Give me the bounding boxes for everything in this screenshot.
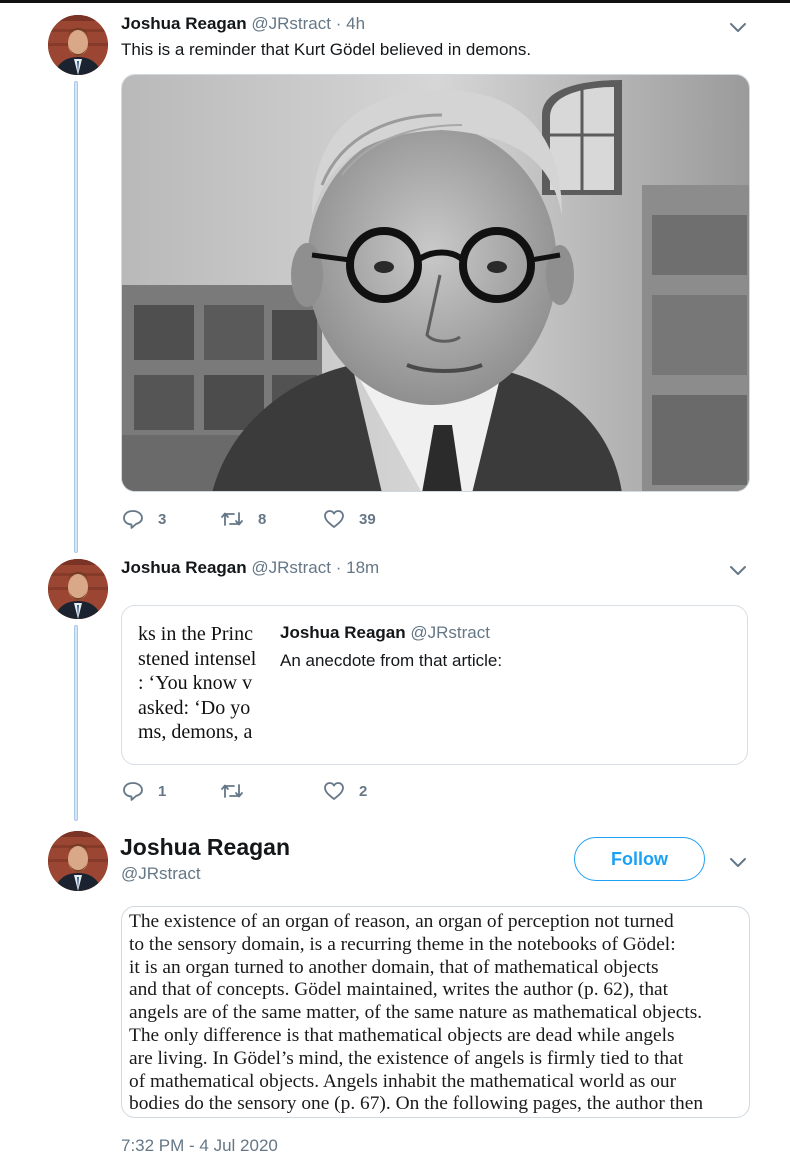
follow-button[interactable]: Follow: [574, 837, 705, 881]
excerpt-line: and that of concepts. Gödel maintained, …: [129, 979, 669, 1001]
thumbnail-line: ms, demons, a: [138, 721, 253, 743]
thread-line: [74, 81, 78, 553]
excerpt-line: to the sensory domain, is a recurring th…: [129, 933, 676, 955]
chevron-down-icon[interactable]: [727, 851, 749, 873]
author-handle[interactable]: @JRstract: [251, 14, 331, 33]
reply-button[interactable]: 1: [122, 780, 166, 802]
top-border: [0, 0, 790, 3]
heart-icon: [324, 510, 344, 528]
tweet-photo[interactable]: [121, 74, 750, 492]
tweet-header: Joshua Reagan @JRstract · 18m: [121, 557, 379, 579]
like-button[interactable]: 2: [323, 780, 367, 802]
reply-count: 1: [158, 782, 167, 800]
quoted-tweet[interactable]: ks in the Princ stened intensel : ‘You k…: [121, 605, 748, 765]
tweet-header: Joshua Reagan @JRstract · 4h: [121, 13, 365, 35]
excerpt-line: The existence of an organ of reason, an …: [129, 911, 674, 932]
tweet-timestamp[interactable]: 7:32 PM - 4 Jul 2020: [121, 1136, 278, 1156]
thumbnail-line: ks in the Princ: [138, 623, 253, 645]
excerpt-line: of mathematical objects. Angels inhabit …: [129, 1070, 677, 1092]
tweet-time[interactable]: 4h: [346, 14, 365, 33]
quoted-thumbnail: ks in the Princ stened intensel : ‘You k…: [138, 620, 265, 752]
avatar[interactable]: [48, 831, 108, 891]
thumbnail-line: stened intensel: [138, 647, 257, 670]
reply-icon: [123, 782, 143, 801]
separator: ·: [335, 14, 342, 33]
reply-button[interactable]: 3: [122, 508, 166, 530]
quoted-author-name: Joshua Reagan: [280, 623, 406, 642]
excerpt-line: are living. In Gödel’s mind, the existen…: [129, 1047, 684, 1069]
excerpt-line: The only difference is that mathematical…: [129, 1024, 675, 1046]
excerpt-line: bodies do the sensory one (p. 67). On th…: [129, 1093, 704, 1115]
chevron-down-icon[interactable]: [727, 559, 749, 581]
reply-icon: [123, 510, 143, 529]
tweet-actions: 3 8 39: [122, 508, 522, 532]
quoted-author-handle: @JRstract: [410, 623, 490, 642]
thumbnail-line: : ‘You know v: [138, 672, 253, 694]
author-name[interactable]: Joshua Reagan: [120, 834, 290, 861]
excerpt-image[interactable]: The existence of an organ of reason, an …: [121, 906, 750, 1118]
thread-line: [74, 625, 78, 821]
heart-icon: [324, 782, 344, 800]
retweet-icon: [221, 784, 243, 798]
retweet-button[interactable]: [220, 780, 258, 802]
quoted-header: Joshua Reagan @JRstract: [280, 623, 490, 643]
like-count: 39: [359, 510, 376, 528]
tweet-time[interactable]: 18m: [346, 558, 379, 577]
retweet-button[interactable]: 8: [220, 508, 266, 530]
retweet-icon: [221, 512, 243, 526]
tweet-text: This is a reminder that Kurt Gödel belie…: [121, 40, 532, 59]
chevron-down-icon[interactable]: [727, 16, 749, 38]
author-name[interactable]: Joshua Reagan: [121, 14, 247, 33]
like-count: 2: [359, 782, 368, 800]
author-handle[interactable]: @JRstract: [251, 558, 331, 577]
excerpt-line: it is an organ turned to another domain,…: [129, 956, 659, 978]
like-button[interactable]: 39: [323, 508, 376, 530]
author-handle[interactable]: @JRstract: [121, 864, 201, 884]
avatar[interactable]: [48, 559, 108, 619]
excerpt-line: angels are of the same matter, of the sa…: [129, 1002, 703, 1024]
author-name[interactable]: Joshua Reagan: [121, 558, 247, 577]
quoted-text: An anecdote from that article:: [280, 651, 503, 670]
thumbnail-line: asked: ‘Do yo: [138, 696, 251, 719]
retweet-count: 8: [258, 510, 267, 528]
tweet-actions: 1 2: [122, 780, 522, 804]
reply-count: 3: [158, 510, 167, 528]
separator: ·: [335, 558, 342, 577]
avatar[interactable]: [48, 15, 108, 75]
